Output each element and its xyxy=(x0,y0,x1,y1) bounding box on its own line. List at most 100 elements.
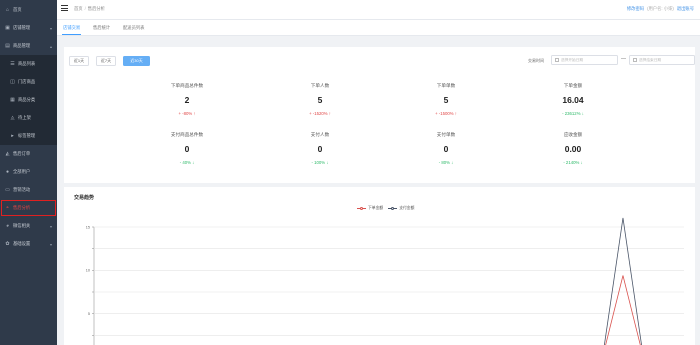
stat-change: - 23612% ↓ xyxy=(562,111,584,116)
sidebar-item-11[interactable]: ◓ 售后分析 xyxy=(0,199,57,217)
series-line-0 xyxy=(605,275,641,345)
stat-change: + -1500% ↑ xyxy=(435,111,457,116)
stat-change: + -80% ↑ xyxy=(178,111,196,116)
username-label: (用户名: 小柒) xyxy=(647,6,674,11)
sidebar-item-10[interactable]: ▭ 营销活动 xyxy=(0,181,57,199)
sidebar-item-label: 标签管理 xyxy=(18,133,36,138)
tab-courier-list[interactable]: 配送员列表 xyxy=(123,25,144,31)
sidebar-item-4[interactable]: ◫ 门店商品 xyxy=(0,73,57,91)
sidebar-item-label: 首页 xyxy=(13,7,22,12)
category-icon: ▦ xyxy=(10,97,15,103)
stat-change: - 80% ↓ xyxy=(438,160,454,165)
stat-label: 支付单数 xyxy=(436,132,456,137)
sidebar-item-8[interactable]: ◭ 售后订单 xyxy=(0,145,57,163)
trend-line-chart: 5 10 15 xyxy=(86,217,684,345)
sidebar-item-13[interactable]: ✿ 基础设置 ▾ xyxy=(0,235,57,253)
chart-legend: 下单金额 支付金额 xyxy=(357,206,419,211)
sidebar-item-2[interactable]: ▤ 商品管理 ▴ xyxy=(0,37,57,55)
stat-block: 支付商品总件数 0 - 40% ↓ xyxy=(157,132,217,165)
stat-change: + -1520% ↑ xyxy=(309,111,331,116)
stat-label: 下单人数 xyxy=(310,83,330,88)
list-icon: ☰ xyxy=(10,61,15,67)
wechat-icon: ◕ xyxy=(5,223,10,229)
stat-value: 5 xyxy=(317,95,323,105)
change-password-link[interactable]: 修改密码 xyxy=(627,6,644,11)
tab-store-trade[interactable]: 店铺交易 xyxy=(63,25,80,31)
stat-value: 0 xyxy=(317,144,323,154)
top-bar: 首页 / 售后分析 修改密码 (用户名: 小柒) 退出账号 xyxy=(57,0,700,20)
breadcrumb-home[interactable]: 首页 xyxy=(74,6,83,11)
legend-swatch xyxy=(357,206,366,210)
store-icon: ▣ xyxy=(5,25,10,31)
chevron-up-icon: ▴ xyxy=(49,43,52,49)
analysis-icon: ◓ xyxy=(5,205,10,211)
stat-value: 5 xyxy=(443,95,449,105)
stat-value: 2 xyxy=(184,95,190,105)
sidebar-item-label: 待上架 xyxy=(18,115,31,120)
tab-aftersale-stats[interactable]: 售后统计 xyxy=(93,25,110,31)
sidebar-item-label: 商品分类 xyxy=(18,97,36,102)
aftersale-icon: ◭ xyxy=(5,151,10,157)
legend-label: 下单金额 xyxy=(368,206,384,210)
chevron-down-icon: ▾ xyxy=(49,241,52,247)
sidebar-item-label: 商品管理 xyxy=(13,43,31,48)
stats-card: 近1天 近7天 近30天 交易时间 选择开始日期 — 选择结束日期 下单商品总件… xyxy=(64,47,695,183)
logout-link[interactable]: 退出账号 xyxy=(677,6,694,11)
user-icon: ● xyxy=(5,169,10,175)
legend-item-paid-amount[interactable]: 支付金额 xyxy=(388,206,414,211)
sidebar-item-5[interactable]: ▦ 商品分类 xyxy=(0,91,57,109)
menu-toggle-icon[interactable] xyxy=(61,5,68,11)
range-30-day-button[interactable]: 近30天 xyxy=(123,56,150,66)
goods-icon: ▤ xyxy=(5,43,10,49)
sidebar-item-6[interactable]: ◬ 待上架 xyxy=(0,109,57,127)
stat-label: 下单金额 xyxy=(563,83,583,88)
legend-label: 支付金额 xyxy=(399,206,415,210)
series-line-1 xyxy=(603,217,642,345)
sidebar-item-12[interactable]: ◕ 微信相关 ▾ xyxy=(0,217,57,235)
calendar-icon xyxy=(555,58,559,62)
active-tab-indicator xyxy=(62,34,81,35)
stat-block: 下单人数 5 + -1520% ↑ xyxy=(290,83,350,116)
sidebar-item-0[interactable]: ⌂ 首页 xyxy=(0,1,57,19)
legend-item-order-amount[interactable]: 下单金额 xyxy=(357,206,383,211)
sidebar-item-label: 售后订单 xyxy=(13,151,31,156)
chevron-down-icon: ▾ xyxy=(49,223,52,229)
start-date-input[interactable]: 选择开始日期 xyxy=(551,55,618,65)
sidebar-item-label: 微信相关 xyxy=(13,223,31,228)
end-date-placeholder: 选择结束日期 xyxy=(639,57,662,62)
stat-block: 下单单数 5 + -1500% ↑ xyxy=(416,83,476,116)
y-tick-label: 10 xyxy=(86,269,90,273)
stat-change: - 100% ↓ xyxy=(311,160,329,165)
sidebar-item-1[interactable]: ▣ 店铺管理 ▾ xyxy=(0,19,57,37)
stat-block: 应收金额 0.00 - 2140% ↓ xyxy=(543,132,603,165)
end-date-input[interactable]: 选择结束日期 xyxy=(629,55,695,65)
breadcrumb-separator: / xyxy=(84,6,86,11)
shop-goods-icon: ◫ xyxy=(10,79,15,85)
sidebar-item-7[interactable]: ▸ 标签管理 xyxy=(0,127,57,145)
sidebar-item-label: 店铺管理 xyxy=(13,25,31,30)
y-tick-label: 5 xyxy=(88,312,90,316)
shelf-icon: ◬ xyxy=(10,115,15,121)
tag-icon: ▸ xyxy=(11,133,14,139)
stat-change: - 2140% ↓ xyxy=(563,160,583,165)
sidebar-item-9[interactable]: ● 全部用户 xyxy=(0,163,57,181)
sidebar-item-label: 门店商品 xyxy=(18,79,36,84)
sidebar-item-label: 商品列表 xyxy=(18,61,36,66)
stat-block: 支付人数 0 - 100% ↓ xyxy=(290,132,350,165)
sidebar-item-label: 营销活动 xyxy=(13,187,31,192)
tab-bar: 店铺交易 售后统计 配送员列表 xyxy=(57,20,700,36)
breadcrumb: 首页 / 售后分析 xyxy=(74,6,105,12)
trend-chart-card: 交易趋势 下单金额 支付金额 5 10 15 xyxy=(64,187,695,345)
calendar-icon xyxy=(633,58,637,62)
start-date-placeholder: 选择开始日期 xyxy=(561,57,584,62)
stat-label: 支付商品总件数 xyxy=(170,132,204,137)
stat-value: 0.00 xyxy=(564,144,582,154)
stat-change: - 40% ↓ xyxy=(179,160,195,165)
stat-label: 应收金额 xyxy=(563,132,583,137)
sidebar-item-label: 全部用户 xyxy=(13,169,31,174)
sidebar-item-3[interactable]: ☰ 商品列表 xyxy=(0,55,57,73)
stat-value: 0 xyxy=(443,144,449,154)
range-7-day-button[interactable]: 近7天 xyxy=(96,56,116,66)
y-tick-label: 15 xyxy=(86,225,90,229)
range-1-day-button[interactable]: 近1天 xyxy=(69,56,89,66)
